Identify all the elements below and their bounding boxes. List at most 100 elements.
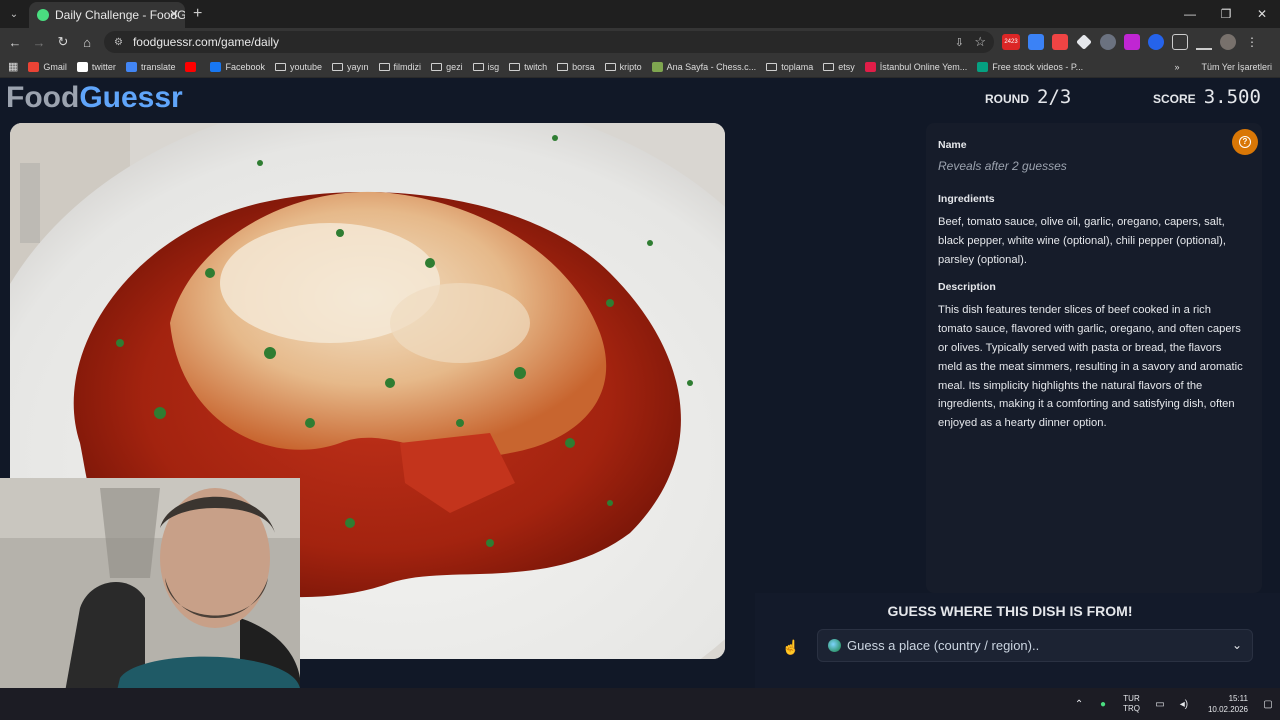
ingredients-heading: Ingredients xyxy=(938,193,995,205)
bookmark-label: isg xyxy=(487,61,500,72)
translate-extension-icon[interactable] xyxy=(1028,34,1044,50)
folder-icon xyxy=(275,62,286,71)
extension-icons: 2423 ⋮ xyxy=(1002,34,1260,50)
folder-icon xyxy=(604,62,616,71)
install-app-icon[interactable]: ⇩ xyxy=(955,36,964,49)
bookmark-star-icon[interactable]: ☆ xyxy=(974,34,986,50)
logo-food-text: Food xyxy=(6,81,80,114)
foodguessr-logo[interactable]: FoodGuessr xyxy=(6,81,183,115)
bookmark-item[interactable]: toplama xyxy=(766,62,813,72)
bookmark-item[interactable]: gezi xyxy=(431,62,463,72)
extension-icon[interactable] xyxy=(1124,34,1140,50)
bookmark-label: kripto xyxy=(619,61,642,72)
bookmark-item[interactable]: kripto xyxy=(604,61,642,72)
bookmark-label: youtube xyxy=(290,61,323,72)
clock[interactable]: 15:11 10.02.2026 xyxy=(1208,693,1248,715)
close-tab-icon[interactable]: ✕ xyxy=(169,7,179,21)
bookmark-label: toplama xyxy=(781,61,814,72)
tab-title: Daily Challenge - FoodGuessr | xyxy=(55,8,185,22)
reload-icon[interactable]: ↻ xyxy=(51,34,75,50)
globe-icon xyxy=(828,639,841,652)
foodguessr-favicon-icon xyxy=(37,9,49,21)
bookmark-item[interactable]: Facebook xyxy=(210,61,265,72)
overflow-chevron-icon[interactable]: » xyxy=(1174,62,1179,72)
bookmark-label: İstanbul Online Yem... xyxy=(879,61,968,72)
site-favicon-icon xyxy=(651,61,663,72)
bookmark-item[interactable]: etsy xyxy=(823,62,855,72)
address-bar[interactable]: ⚙ foodguessr.com/game/daily ⇩ ☆ xyxy=(104,31,994,53)
bookmark-item[interactable]: yayın xyxy=(332,62,369,72)
microphone-icon[interactable]: ● xyxy=(1096,699,1110,710)
bookmark-item[interactable]: Gmail xyxy=(28,61,67,72)
windows-taskbar: ⌃ ● TUR TRQ ▭ ◂) 15:11 10.02.2026 ▢ xyxy=(0,688,1280,720)
folder-icon xyxy=(431,62,443,71)
bookmark-item[interactable]: translate xyxy=(125,61,175,72)
extension-icon[interactable] xyxy=(1100,34,1116,50)
media-control-icon[interactable] xyxy=(1196,34,1212,50)
volume-icon[interactable]: ◂) xyxy=(1177,699,1191,710)
guess-area: GUESS WHERE THIS DISH IS FROM! ☝ Guess a… xyxy=(755,593,1280,688)
bookmark-item[interactable]: İstanbul Online Yem... xyxy=(864,61,968,72)
chevron-down-icon[interactable]: ⌄ xyxy=(1232,638,1242,652)
minimize-icon[interactable]: — xyxy=(1172,0,1208,28)
bookmark-item[interactable] xyxy=(185,61,200,72)
bookmark-label: filmdizi xyxy=(393,61,422,72)
all-bookmarks[interactable]: » Tüm Yer İşaretleri xyxy=(1174,62,1272,72)
webcam-feed-illustration xyxy=(0,478,300,720)
extension-icon[interactable] xyxy=(1148,34,1164,50)
tab-search-icon[interactable]: ⌄ xyxy=(3,3,25,25)
site-favicon-icon xyxy=(185,61,197,72)
help-button[interactable]: ? xyxy=(1232,129,1258,155)
new-tab-icon[interactable]: + xyxy=(193,5,202,23)
restore-icon[interactable]: ❐ xyxy=(1208,0,1244,28)
profile-avatar-icon[interactable] xyxy=(1220,34,1236,50)
close-window-icon[interactable]: ✕ xyxy=(1244,0,1280,28)
guess-location-select[interactable]: Guess a place (country / region).. ⌄ xyxy=(817,629,1253,662)
bookmark-item[interactable]: youtube xyxy=(275,62,322,72)
bookmark-item[interactable]: Ana Sayfa - Chess.c... xyxy=(651,61,756,72)
back-icon[interactable]: ← xyxy=(3,35,27,50)
extension-badge-icon[interactable]: 2423 xyxy=(1002,34,1020,50)
bookmark-item[interactable]: Free stock videos - P... xyxy=(977,61,1083,72)
score-indicator: SCORE 3.500 xyxy=(1153,86,1261,108)
browser-tab-bar: ⌄ Daily Challenge - FoodGuessr | ✕ + — ❐… xyxy=(0,0,1280,28)
notifications-icon[interactable]: ▢ xyxy=(1261,699,1275,710)
chevron-up-icon[interactable]: ⌃ xyxy=(1072,699,1086,710)
bookmark-item[interactable]: twitch xyxy=(509,62,547,72)
network-icon[interactable]: ▭ xyxy=(1153,699,1167,710)
bookmark-item[interactable]: filmdizi xyxy=(378,61,422,72)
language-indicator[interactable]: TUR TRQ xyxy=(1123,694,1140,714)
bookmark-label: borsa xyxy=(572,61,595,72)
site-favicon-icon xyxy=(864,61,876,72)
folder-icon xyxy=(509,62,521,71)
url-text: foodguessr.com/game/daily xyxy=(132,35,280,49)
site-info-icon[interactable]: ⚙ xyxy=(114,37,123,48)
system-tray: ⌃ ● TUR TRQ ▭ ◂) 15:11 10.02.2026 ▢ xyxy=(1067,688,1280,720)
browser-tab-active[interactable]: Daily Challenge - FoodGuessr | ✕ xyxy=(29,2,185,28)
browser-menu-icon[interactable]: ⋮ xyxy=(1244,34,1260,50)
apps-grid-icon[interactable]: ▦ xyxy=(8,60,18,73)
name-heading: Name xyxy=(938,139,967,151)
bookmarks-bar: ▦ Gmail twitter translate Facebook youtube ya… xyxy=(0,56,1280,78)
round-indicator: ROUND 2/3 xyxy=(985,86,1071,108)
window-controls: — ❐ ✕ xyxy=(1172,0,1280,28)
extension-icon[interactable] xyxy=(1076,34,1092,50)
extensions-puzzle-icon[interactable] xyxy=(1172,34,1188,50)
folder-icon xyxy=(378,62,390,71)
clock-time: 15:11 xyxy=(1228,694,1248,703)
bookmark-item[interactable]: isg xyxy=(472,61,500,72)
folder-icon xyxy=(332,62,344,71)
forward-icon[interactable]: → xyxy=(27,35,51,50)
site-favicon-icon xyxy=(76,61,88,72)
name-reveal-text: Reveals after 2 guesses xyxy=(938,159,1067,173)
extension-icon[interactable] xyxy=(1052,34,1068,50)
bookmark-item[interactable]: borsa xyxy=(557,62,595,72)
browser-toolbar: ← → ↻ ⌂ ⚙ foodguessr.com/game/daily ⇩ ☆ … xyxy=(0,28,1280,56)
site-favicon-icon xyxy=(210,61,222,72)
clock-date: 10.02.2026 xyxy=(1207,705,1248,714)
dish-info-panel: ? Name Reveals after 2 guesses Ingredien… xyxy=(926,123,1262,593)
bookmark-item[interactable]: twitter xyxy=(76,61,116,72)
site-favicon-icon xyxy=(125,61,137,72)
hand-pointer-icon[interactable]: ☝ xyxy=(782,639,799,655)
home-icon[interactable]: ⌂ xyxy=(75,35,99,50)
